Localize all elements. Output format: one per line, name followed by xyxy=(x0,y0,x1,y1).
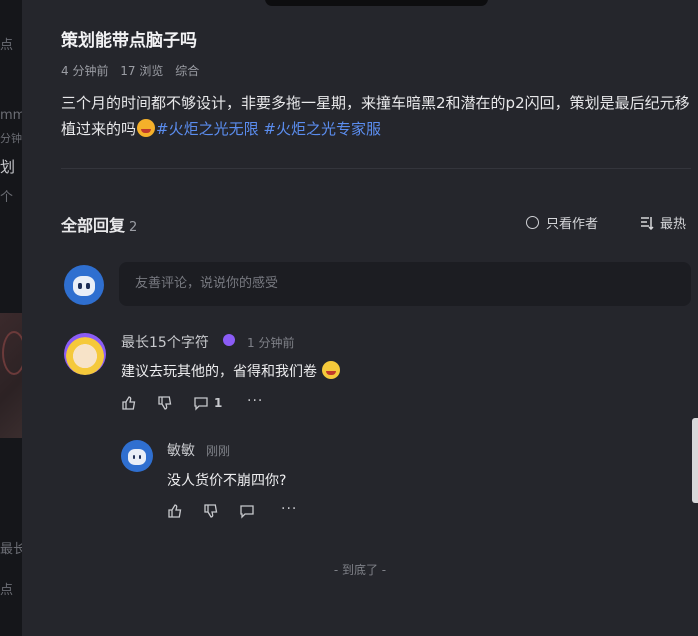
comment-input[interactable]: 友善评论，说说你的感受 xyxy=(119,262,691,306)
like-button[interactable] xyxy=(167,503,183,519)
bg-text: 划 xyxy=(0,158,16,176)
reply-button[interactable]: 1 xyxy=(193,395,222,411)
thumbs-up-icon xyxy=(122,396,136,410)
author-only-label: 只看作者 xyxy=(546,217,599,232)
dislike-button[interactable] xyxy=(203,503,219,519)
sort-button[interactable]: 最热 xyxy=(640,213,686,232)
post-views: 17 浏览 xyxy=(120,64,164,78)
comment-icon xyxy=(240,505,254,519)
comment-time: 1 分钟前 xyxy=(247,336,295,350)
more-options-icon[interactable]: ··· xyxy=(247,393,263,409)
replies-count: 2 xyxy=(129,220,138,235)
radio-icon xyxy=(526,216,539,229)
author-only-toggle[interactable]: 只看作者 xyxy=(526,213,598,232)
bg-text: 点 xyxy=(0,583,14,598)
post-category[interactable]: 综合 xyxy=(175,64,199,78)
background-page: 点 mm 分钟 划 个 最长 点 xyxy=(0,0,22,636)
dislike-button[interactable] xyxy=(157,395,173,411)
thumbs-up-icon xyxy=(168,504,182,518)
post-meta: 4 分钟前 17 浏览 综合 xyxy=(61,62,207,79)
comment-text: 建议去玩其他的，省得和我们卷 xyxy=(121,361,341,381)
divider xyxy=(61,168,691,169)
commenter-avatar[interactable] xyxy=(64,333,106,375)
topic-tag[interactable]: #火炬之光无限 xyxy=(156,120,259,138)
bg-text: 点 xyxy=(0,38,14,53)
grin-emoji-icon xyxy=(137,119,156,137)
replies-header: 全部回复 2 xyxy=(61,212,137,236)
post-detail-panel: 策划能带点脑子吗 4 分钟前 17 浏览 综合 三个月的时间都不够设计，非要多拖… xyxy=(22,0,698,636)
bg-text: 个 xyxy=(0,190,14,205)
bg-thumbnail xyxy=(0,313,22,438)
commenter-name[interactable]: 敏敏 xyxy=(167,440,195,460)
commenter-avatar[interactable] xyxy=(121,440,153,472)
end-of-list: - 到底了 - xyxy=(333,563,387,577)
comment-text-content: 建议去玩其他的，省得和我们卷 xyxy=(121,364,317,380)
thinking-emoji-icon xyxy=(322,361,341,379)
panel-top-bar xyxy=(265,0,488,6)
comment-text: 没人货价不崩四你? xyxy=(167,473,287,489)
commenter-name[interactable]: 最长15个字符 xyxy=(121,332,209,352)
like-button[interactable] xyxy=(121,395,137,411)
thumbs-down-icon xyxy=(158,396,172,410)
reply-button[interactable] xyxy=(239,503,255,519)
replies-label: 全部回复 xyxy=(61,216,126,235)
my-avatar[interactable] xyxy=(64,265,104,305)
bg-text: 分钟 xyxy=(0,132,22,145)
bg-text: mm xyxy=(0,108,22,123)
scrollbar[interactable] xyxy=(692,418,698,503)
reply-count: 1 xyxy=(214,396,223,410)
sort-icon xyxy=(641,216,654,230)
post-time: 4 分钟前 xyxy=(61,64,109,78)
comment-time: 刚刚 xyxy=(206,444,231,458)
more-options-icon[interactable]: ··· xyxy=(281,501,297,517)
sort-label: 最热 xyxy=(660,217,687,232)
comment-icon xyxy=(194,397,208,411)
topic-tag[interactable]: #火炬之光专家服 xyxy=(263,120,381,138)
thumbs-down-icon xyxy=(204,504,218,518)
bg-text: 最长 xyxy=(0,542,22,557)
post-body: 三个月的时间都不够设计，非要多拖一星期，来撞车暗黑2和潜在的p2闪回，策划是最后… xyxy=(61,90,691,142)
badge-icon xyxy=(223,334,235,346)
post-title: 策划能带点脑子吗 xyxy=(61,31,197,51)
